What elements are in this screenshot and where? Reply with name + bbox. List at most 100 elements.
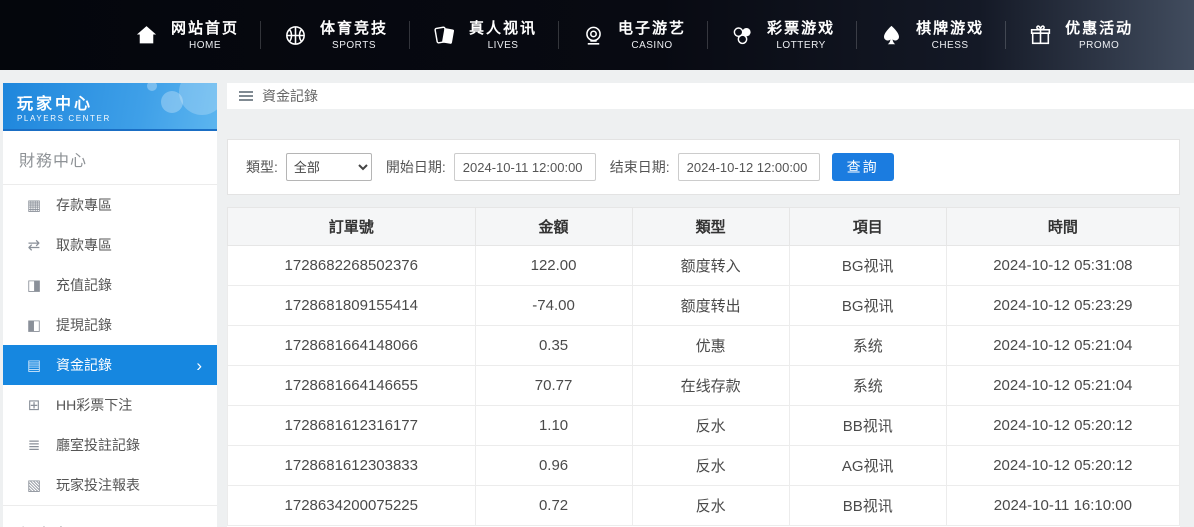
table-cell: 1728681664148066 bbox=[228, 326, 476, 366]
table-cell: 在线存款 bbox=[632, 366, 789, 406]
menu-toggle-icon[interactable] bbox=[239, 91, 253, 101]
sidebar-item-funds-record[interactable]: ▤ 資金記錄 › bbox=[3, 345, 217, 385]
sidebar-item-deposit[interactable]: ▦ 存款專區 bbox=[3, 185, 217, 225]
table-cell: 1728681612316177 bbox=[228, 406, 476, 446]
start-date-label: 開始日期: bbox=[386, 157, 446, 177]
table-row: 1728682268502376122.00额度转入BG视讯2024-10-12… bbox=[228, 246, 1180, 286]
nav-item-promo[interactable]: 优惠活动 PROMO bbox=[1006, 0, 1154, 70]
table-row: 17286816123038330.96反水AG视讯2024-10-12 05:… bbox=[228, 446, 1180, 486]
col-header-amount: 金額 bbox=[475, 208, 632, 246]
table-cell: 1728634200075225 bbox=[228, 486, 476, 526]
deposit-icon: ▦ bbox=[25, 196, 43, 214]
spade-icon bbox=[878, 22, 905, 49]
nav-item-lottery[interactable]: 彩票游戏 LOTTERY bbox=[708, 0, 856, 70]
nav-sublabel: CHESS bbox=[932, 40, 969, 51]
table-cell: 0.72 bbox=[475, 486, 632, 526]
player-report-icon: ▧ bbox=[25, 476, 43, 494]
table-cell: 额度转入 bbox=[632, 246, 789, 286]
nav-sublabel: PROMO bbox=[1079, 40, 1119, 51]
players-center-header: 玩家中心 PLAYERS CENTER bbox=[3, 83, 217, 131]
table-cell: 1728681809155414 bbox=[228, 286, 476, 326]
decoration-circle bbox=[161, 91, 183, 113]
nav-sublabel: LOTTERY bbox=[776, 40, 825, 51]
sidebar-item-label: 廳室投註記錄 bbox=[56, 435, 140, 455]
sidebar-item-withdraw[interactable]: ⇄ 取款專區 bbox=[3, 225, 217, 265]
nav-item-chess[interactable]: 棋牌游戏 CHESS bbox=[857, 0, 1005, 70]
table-cell: 1728681612303833 bbox=[228, 446, 476, 486]
chevron-right-icon: › bbox=[196, 357, 217, 374]
table-cell: 2024-10-12 05:21:04 bbox=[946, 366, 1179, 406]
nav-item-home[interactable]: 网站首页 HOME bbox=[112, 0, 260, 70]
section-title-finance: 財務中心 bbox=[3, 131, 217, 185]
live-cards-icon bbox=[431, 22, 458, 49]
nav-label: 体育竞技 bbox=[320, 20, 388, 38]
table-cell: 2024-10-12 05:23:29 bbox=[946, 286, 1179, 326]
recharge-record-icon: ◨ bbox=[25, 276, 43, 294]
sidebar-item-player-report[interactable]: ▧ 玩家投注報表 bbox=[3, 465, 217, 505]
col-header-item: 項目 bbox=[789, 208, 946, 246]
page-title: 資金記錄 bbox=[262, 86, 318, 106]
table-cell: 1728681664146655 bbox=[228, 366, 476, 406]
nav-item-lives[interactable]: 真人视讯 LIVES bbox=[410, 0, 558, 70]
nav-sublabel: CASINO bbox=[631, 40, 672, 51]
table-cell: BB视讯 bbox=[789, 486, 946, 526]
breadcrumb: 資金記錄 bbox=[227, 83, 1194, 109]
nav-label: 棋牌游戏 bbox=[916, 20, 984, 38]
sidebar-item-label: HH彩票下注 bbox=[56, 395, 132, 415]
start-date-input[interactable] bbox=[454, 153, 596, 181]
lottery-bet-icon: ⊞ bbox=[25, 396, 43, 414]
end-date-input[interactable] bbox=[678, 153, 820, 181]
col-header-time: 時間 bbox=[946, 208, 1179, 246]
section-title-personal: 個人中心 bbox=[3, 505, 217, 527]
sidebar-item-label: 存款專區 bbox=[56, 195, 112, 215]
col-header-type: 類型 bbox=[632, 208, 789, 246]
sidebar-item-label: 提現記錄 bbox=[56, 315, 112, 335]
type-select[interactable]: 全部 bbox=[286, 153, 372, 181]
sidebar: 玩家中心 PLAYERS CENTER 財務中心 ▦ 存款專區 ⇄ 取款專區 ◨… bbox=[3, 83, 217, 527]
filter-bar: 類型: 全部 開始日期: 结束日期: 查詢 bbox=[227, 139, 1180, 195]
table-cell: 2024-10-12 05:21:04 bbox=[946, 326, 1179, 366]
room-bet-record-icon: ≣ bbox=[25, 436, 43, 454]
withdraw-record-icon: ◧ bbox=[25, 316, 43, 334]
nav-label: 彩票游戏 bbox=[767, 20, 835, 38]
table-cell: 122.00 bbox=[475, 246, 632, 286]
table-body: 1728682268502376122.00额度转入BG视讯2024-10-12… bbox=[228, 246, 1180, 526]
table-cell: BB视讯 bbox=[789, 406, 946, 446]
sidebar-item-withdraw-record[interactable]: ◧ 提現記錄 bbox=[3, 305, 217, 345]
lottery-icon bbox=[729, 22, 756, 49]
table-header-row: 訂單號 金額 類型 項目 時間 bbox=[228, 208, 1180, 246]
records-table-panel: 訂單號 金額 類型 項目 時間 1728682268502376122.00额度… bbox=[227, 207, 1180, 527]
nav-item-casino[interactable]: 电子游艺 CASINO bbox=[559, 0, 707, 70]
sidebar-item-room-bet-record[interactable]: ≣ 廳室投註記錄 bbox=[3, 425, 217, 465]
nav-item-sports[interactable]: 体育竞技 SPORTS bbox=[261, 0, 409, 70]
search-button[interactable]: 查詢 bbox=[832, 153, 894, 181]
table-cell: 1728682268502376 bbox=[228, 246, 476, 286]
sidebar-item-recharge-record[interactable]: ◨ 充值記錄 bbox=[3, 265, 217, 305]
sidebar-item-label: 取款專區 bbox=[56, 235, 112, 255]
table-row: 17286816641480660.35优惠系统2024-10-12 05:21… bbox=[228, 326, 1180, 366]
nav-sublabel: LIVES bbox=[488, 40, 519, 51]
home-icon bbox=[133, 22, 160, 49]
table-cell: 1.10 bbox=[475, 406, 632, 446]
funds-record-icon: ▤ bbox=[25, 356, 43, 374]
table-cell: 0.35 bbox=[475, 326, 632, 366]
sidebar-item-label: 資金記錄 bbox=[56, 355, 112, 375]
casino-icon bbox=[580, 22, 607, 49]
nav-sublabel: SPORTS bbox=[332, 40, 376, 51]
table-row: 17286342000752250.72反水BB视讯2024-10-11 16:… bbox=[228, 486, 1180, 526]
table-cell: BG视讯 bbox=[789, 246, 946, 286]
table-cell: 2024-10-12 05:31:08 bbox=[946, 246, 1179, 286]
nav-sublabel: HOME bbox=[189, 40, 221, 51]
table-cell: 反水 bbox=[632, 446, 789, 486]
gift-icon bbox=[1027, 22, 1054, 49]
nav-label: 网站首页 bbox=[171, 20, 239, 38]
sidebar-item-label: 玩家投注報表 bbox=[56, 475, 140, 495]
table-row: 17286816123161771.10反水BB视讯2024-10-12 05:… bbox=[228, 406, 1180, 446]
table-cell: 反水 bbox=[632, 406, 789, 446]
table-cell: AG视讯 bbox=[789, 446, 946, 486]
sports-icon bbox=[282, 22, 309, 49]
table-cell: BG视讯 bbox=[789, 286, 946, 326]
table-cell: 2024-10-12 05:20:12 bbox=[946, 406, 1179, 446]
table-cell: 70.77 bbox=[475, 366, 632, 406]
sidebar-item-lottery-bet[interactable]: ⊞ HH彩票下注 bbox=[3, 385, 217, 425]
